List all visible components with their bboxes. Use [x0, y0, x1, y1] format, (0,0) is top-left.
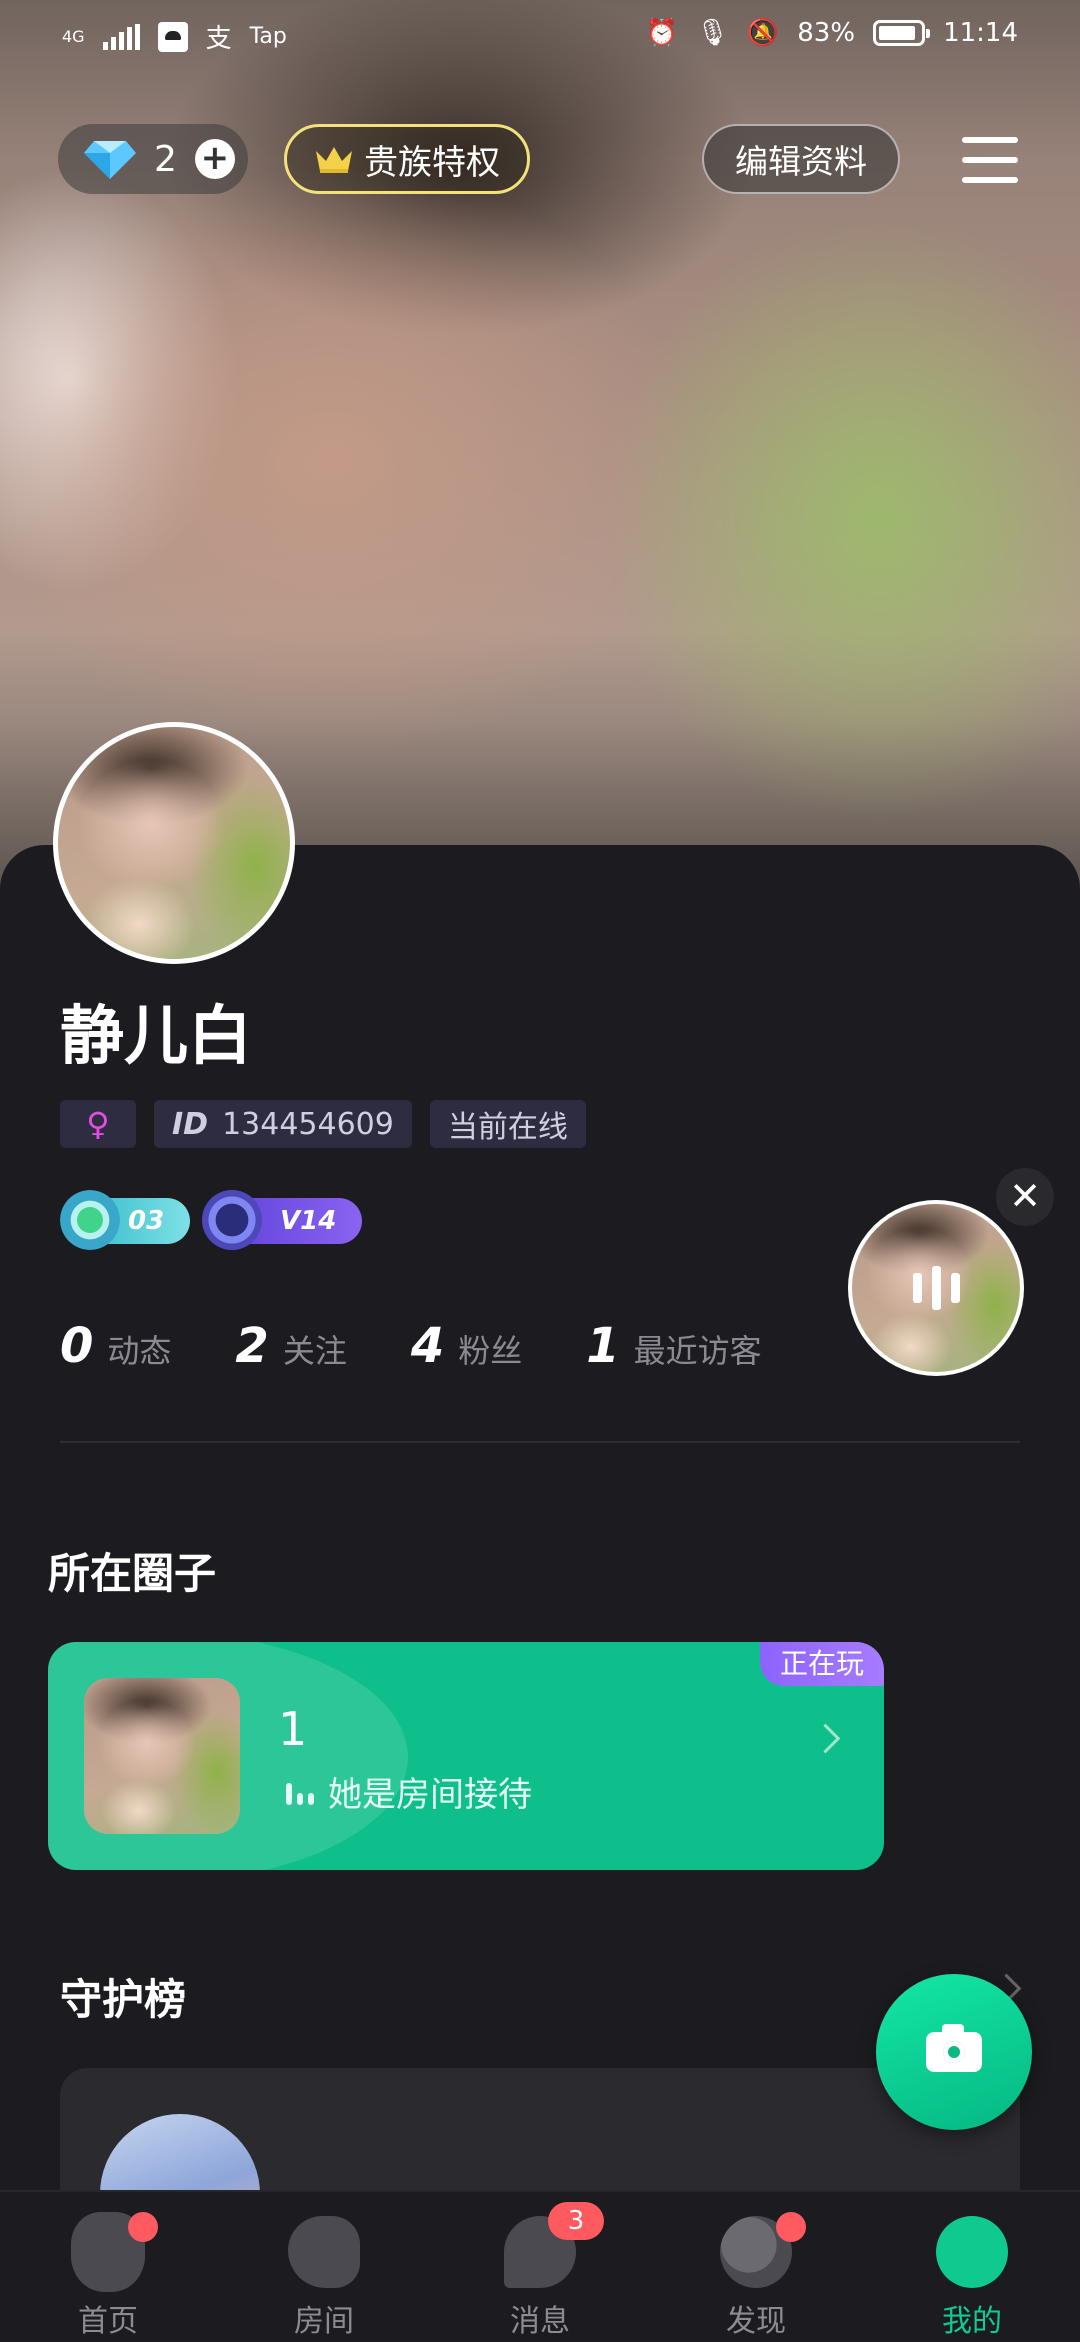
nav-home[interactable]: 首页 — [0, 2192, 216, 2342]
level-badges: 03 V14 — [60, 1190, 362, 1250]
id-prefix: ID — [172, 1106, 209, 1142]
diamond-balance-button[interactable]: 2 + — [58, 124, 248, 194]
profile-stats: 0 动态 2 关注 4 粉丝 1 最近访客 — [60, 1318, 826, 1374]
audio-playing-icon — [848, 1200, 1024, 1376]
stat-value: 4 — [410, 1318, 445, 1374]
noble-privilege-button[interactable]: 贵族特权 — [284, 124, 530, 194]
camera-icon — [926, 2024, 982, 2072]
nav-label: 我的 — [942, 2304, 1002, 2339]
online-status-tag: 当前在线 — [429, 1100, 586, 1148]
profile-avatar[interactable] — [53, 722, 295, 964]
message-count-badge: 3 — [548, 2202, 604, 2240]
room-photo — [84, 1678, 240, 1834]
circle-room-card[interactable]: 1 她是房间接待 正在玩 — [48, 1642, 884, 1870]
stat-fans[interactable]: 4 粉丝 — [411, 1318, 522, 1374]
status-bar: 4G 支 Tap ⏰ 🎙 🔕 83% 11:14 — [0, 0, 1080, 72]
noble-label: 贵族特权 — [364, 142, 500, 183]
microphone-icon: 🎙 — [695, 18, 729, 48]
clock: 11:14 — [943, 18, 1018, 48]
diamond-count: 2 — [154, 138, 177, 180]
room-role: 她是房间接待 — [286, 1767, 532, 1816]
room-role-text: 她是房间接待 — [328, 1775, 532, 1815]
battery-percent: 83% — [797, 18, 856, 48]
app-notification-icon — [157, 21, 188, 52]
floating-room-player[interactable] — [848, 1200, 1024, 1376]
user-id: 134454609 — [222, 1106, 394, 1142]
stat-value: 2 — [235, 1318, 269, 1374]
vip-level-badge[interactable]: V14 — [202, 1190, 362, 1250]
level-gem-icon — [60, 1190, 120, 1250]
stat-label: 动态 — [107, 1332, 172, 1370]
nav-discover[interactable]: 发现 — [648, 2192, 864, 2342]
stat-label: 关注 — [282, 1332, 347, 1370]
guard-section-title: 守护榜 — [60, 1975, 187, 2024]
nav-messages[interactable]: 3 消息 — [432, 2192, 648, 2342]
network-label: 4G — [62, 26, 85, 46]
nav-room[interactable]: 房间 — [216, 2192, 432, 2342]
app-label-tap: Tap — [249, 24, 287, 49]
status-left: 4G 支 Tap — [62, 18, 287, 55]
room-number: 1 — [278, 1702, 308, 1756]
status-right: ⏰ 🎙 🔕 83% 11:14 — [646, 18, 1019, 48]
vip-gem-icon — [202, 1190, 262, 1250]
voice-bars-icon — [286, 1779, 314, 1805]
stat-label: 粉丝 — [458, 1332, 523, 1370]
room-icon — [288, 2216, 360, 2288]
stat-label: 最近访客 — [633, 1332, 762, 1370]
profile-tags: ♀ ID 134454609 当前在线 — [60, 1100, 586, 1148]
user-id-tag[interactable]: ID 134454609 — [154, 1100, 412, 1148]
edit-profile-button[interactable]: 编辑资料 — [702, 124, 900, 194]
stat-value: 1 — [586, 1318, 620, 1374]
top-action-bar: 2 + 贵族特权 编辑资料 — [0, 124, 1080, 194]
nav-label: 首页 — [78, 2304, 138, 2339]
stat-following[interactable]: 2 关注 — [235, 1318, 346, 1374]
vip-badge-text: V14 — [280, 1206, 337, 1236]
now-playing-tag: 正在玩 — [759, 1642, 884, 1686]
notification-dot — [128, 2212, 158, 2242]
app-label-alipay: 支 — [205, 24, 232, 54]
online-status: 当前在线 — [447, 1110, 568, 1145]
nav-label: 房间 — [294, 2304, 354, 2339]
profile-name: 静儿白 — [60, 1000, 252, 1074]
section-divider — [60, 1441, 1020, 1443]
edit-profile-label: 编辑资料 — [735, 142, 867, 181]
add-diamond-icon[interactable]: + — [194, 139, 235, 179]
nav-me[interactable]: 我的 — [864, 2192, 1080, 2342]
nav-label: 消息 — [510, 2304, 570, 2339]
bottom-navigation: 首页 房间 3 消息 发现 我的 — [0, 2190, 1080, 2342]
mute-bell-icon: 🔕 — [746, 18, 780, 48]
circle-section-title: 所在圈子 — [48, 1549, 217, 1598]
level-badge-text: 03 — [128, 1206, 165, 1236]
nav-label: 发现 — [726, 2304, 786, 2339]
notification-dot — [776, 2212, 806, 2242]
room-thumbnail — [84, 1678, 240, 1834]
crown-icon — [316, 147, 352, 173]
camera-button[interactable] — [876, 1974, 1032, 2130]
menu-icon[interactable] — [962, 137, 1018, 183]
stat-value: 0 — [60, 1318, 94, 1374]
wealth-level-badge[interactable]: 03 — [60, 1190, 190, 1250]
diamond-icon — [84, 141, 136, 179]
profile-person-icon — [936, 2216, 1008, 2288]
close-icon[interactable]: ✕ — [996, 1168, 1054, 1226]
stat-visitors[interactable]: 1 最近访客 — [586, 1318, 761, 1374]
signal-icon — [102, 23, 140, 50]
stat-posts[interactable]: 0 动态 — [60, 1318, 171, 1374]
alarm-icon: ⏰ — [645, 18, 678, 48]
battery-icon — [873, 20, 931, 46]
female-gender-icon: ♀ — [60, 1100, 136, 1148]
avatar-photo — [58, 727, 290, 959]
chevron-right-icon — [810, 1723, 841, 1754]
